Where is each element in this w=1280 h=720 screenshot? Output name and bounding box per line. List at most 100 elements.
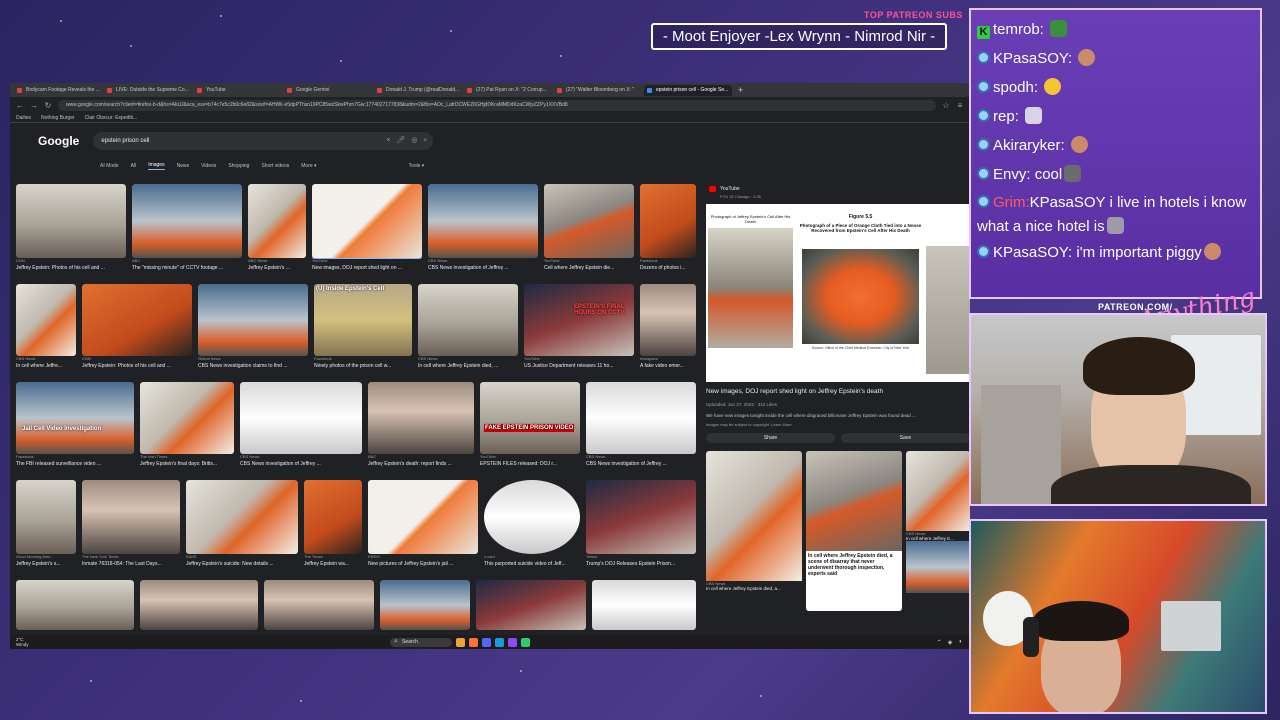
address-bar[interactable]: www.google.com/search?client=firefox-b-d… [58, 99, 936, 111]
related-image[interactable]: In cell where Jeffrey Epstein died, a sc… [806, 451, 902, 611]
reload-icon[interactable]: ↻ [44, 101, 52, 110]
image-result[interactable]: ABC News Jeffrey Epstein's ... [248, 184, 306, 276]
firefox-icon[interactable] [469, 637, 478, 647]
image-result[interactable]: Facebook Dozens of photos i... [640, 184, 696, 276]
preview-image[interactable]: Photograph of Jeffrey Epstein's Cell Aft… [706, 204, 970, 382]
tab-images[interactable]: Images [148, 162, 165, 170]
tab-trump[interactable]: Donald J. Trump (@realDonald... [374, 85, 462, 96]
weather-widget[interactable]: 2°C Windy [16, 637, 46, 647]
bookmark-nothing-burger[interactable]: Nothing Burger [41, 115, 75, 121]
tray-chevron-icon[interactable]: ⌃ [937, 639, 942, 646]
chat-badge-icon [977, 245, 990, 258]
image-result[interactable]: KREM New pictures of Jeffrey Epstein's ja… [368, 480, 478, 572]
image-result[interactable]: x.com This purported suicide video of Jef… [484, 480, 580, 572]
image-result[interactable]: FAKE EPSTEIN PRISON VIDEO YouTube EPSTEIN… [480, 382, 580, 472]
image-result[interactable] [264, 580, 374, 630]
related-image[interactable]: CBS News In cell where Jeffrey Epstein d… [706, 451, 802, 601]
menu-icon[interactable]: ≡ [956, 101, 964, 110]
tab-ai-mode[interactable]: AI Mode [100, 163, 119, 169]
file-explorer-icon[interactable] [456, 637, 465, 647]
save-button[interactable]: Save [841, 433, 970, 443]
tab-walter-bloomberg[interactable]: (27) "Walter Bloomberg on X: " [554, 85, 642, 96]
tab-short-videos[interactable]: Short videos [261, 163, 289, 169]
panel-source[interactable]: YouTube [706, 184, 970, 194]
ghost-emote-icon [1025, 107, 1043, 124]
app-icon[interactable] [521, 637, 530, 647]
browser-toolbar: ← → ↻ www.google.com/search?client=firef… [10, 97, 970, 113]
image-result[interactable]: CBS News CBS News investigation of Jeffre… [428, 184, 538, 276]
twitch-icon[interactable] [508, 637, 517, 647]
image-result[interactable]: Global News CBS News investigation claims… [198, 284, 308, 374]
image-result[interactable]: CNN Jeffrey Epstein: Photos of his cell a… [16, 184, 126, 276]
image-result[interactable]: Yahoo Trump's DOJ Releases Epstein Prison… [586, 480, 696, 572]
image-result-selected[interactable]: YouTube New images, DOJ report shed light… [312, 184, 422, 276]
image-result[interactable]: KAKE Jeffrey Epstein's suicide: New detai… [186, 480, 298, 572]
tab-bodycam[interactable]: Bodycam Footage Reveals the ... [14, 85, 102, 96]
lens-icon[interactable]: ◎ [411, 132, 417, 150]
face-emote-icon [1078, 49, 1096, 66]
image-result[interactable]: ABC The "missing minute" of CCTV footage … [132, 184, 242, 276]
tab-supreme-court[interactable]: LIVE: Outside the Supreme Co... [104, 85, 192, 96]
image-result[interactable]: Good Morning Ame... Jeffrey Epstein's s..… [16, 480, 76, 572]
image-result[interactable] [476, 580, 586, 630]
google-search-header: Google epstein prison cell × 🎤︎ ◎ ⌕ [10, 123, 970, 159]
search-tabs: AI Mode All Images News Videos Shopping … [10, 159, 970, 173]
search-input[interactable]: epstein prison cell × 🎤︎ ◎ ⌕ [93, 132, 434, 150]
search-icon[interactable]: ⌕ [423, 132, 427, 150]
chat-badge-icon [977, 195, 990, 208]
volume-icon[interactable]: ◖ [958, 639, 962, 646]
tools-button[interactable]: Tools ▾ [409, 163, 425, 169]
image-result[interactable]: Instagram A fake video emer... [640, 284, 696, 374]
tab-google-search[interactable]: epstein prison cell - Google Se... [644, 84, 732, 96]
mic-icon[interactable]: 🎤︎ [396, 132, 405, 150]
forward-icon[interactable]: → [30, 101, 38, 110]
image-result[interactable]: BBC Jeffrey Epstein's death: report finds… [368, 382, 474, 472]
tab-youtube[interactable]: YouTube [194, 85, 282, 96]
discord-icon[interactable] [482, 637, 491, 647]
image-result[interactable]: CNN Jeffrey Epstein: Photos of his cell a… [82, 284, 192, 374]
panel-title[interactable]: New images, DOJ report shed light on Jef… [706, 388, 970, 398]
image-result[interactable] [140, 580, 258, 630]
tab-gemini[interactable]: Google Gemini [284, 85, 372, 96]
share-button[interactable]: Share [706, 433, 835, 443]
related-image[interactable]: CBS News In cell where Jeffrey E... [906, 451, 970, 601]
chat-message: Akiraryker: [977, 131, 1254, 160]
image-result[interactable] [16, 580, 134, 630]
image-result[interactable]: CBS News CBS News investigation of Jeffre… [586, 382, 696, 472]
object-emote-icon [1064, 165, 1082, 182]
image-result[interactable]: CBS News CBS News investigation of Jeffre… [240, 382, 362, 472]
tab-shopping[interactable]: Shopping [228, 163, 249, 169]
steam-icon[interactable] [495, 637, 504, 647]
bookmark-dailies[interactable]: Dailies [16, 115, 31, 121]
tab-news[interactable]: News [177, 163, 190, 169]
image-result[interactable] [592, 580, 696, 630]
face-emote-icon [1203, 243, 1221, 260]
image-result[interactable]: Jail Cell Video Investigation Facebook Th… [16, 382, 134, 472]
chat-message: KPasaSOY: i'm important piggy [977, 241, 1254, 265]
image-result[interactable]: CBS News In cell where Jeffre... [16, 284, 76, 374]
image-result[interactable]: The New York Times Inmate 76318-054: The … [82, 480, 180, 572]
image-result[interactable]: (U) Inside Epstein's Cell Facebook Ninety… [314, 284, 412, 374]
tab-pat-ryan[interactable]: (27) Pat Ryan on X: "2 Corrup... [464, 85, 552, 96]
bookmark-star-icon[interactable]: ☆ [942, 101, 950, 110]
network-icon[interactable]: ◈ [948, 639, 953, 646]
clear-icon[interactable]: × [386, 132, 390, 150]
image-result[interactable]: EPSTEIN'S FINAL HOURS ON CCTV YouTube US … [524, 284, 634, 374]
new-tab-button[interactable]: + [734, 85, 743, 96]
google-logo[interactable]: Google [38, 134, 79, 148]
subscriber-badge-icon: K [977, 26, 990, 39]
image-result[interactable] [380, 580, 470, 630]
tab-videos[interactable]: Videos [201, 163, 216, 169]
image-result[interactable]: The Irish Times Jeffrey Epstein's final d… [140, 382, 234, 472]
bookmark-clair-obscur[interactable]: Clair Obscur: Expediti... [85, 115, 138, 121]
image-result[interactable]: The Times Jeffrey Epstein wa... [304, 480, 362, 572]
tab-more[interactable]: More ▾ [301, 163, 316, 169]
taskbar-search[interactable]: Search [390, 637, 452, 647]
tab-all[interactable]: All [131, 163, 137, 169]
image-result[interactable]: YouTube Cell where Jeffrey Epstein die... [544, 184, 634, 276]
webcam-guest [969, 519, 1267, 714]
back-icon[interactable]: ← [16, 101, 24, 110]
chat-badge-icon [977, 51, 990, 64]
image-result[interactable]: CBS News In cell where Jeffrey Epstein di… [418, 284, 518, 374]
browser-window: Bodycam Footage Reveals the ... LIVE: Ou… [10, 83, 970, 649]
